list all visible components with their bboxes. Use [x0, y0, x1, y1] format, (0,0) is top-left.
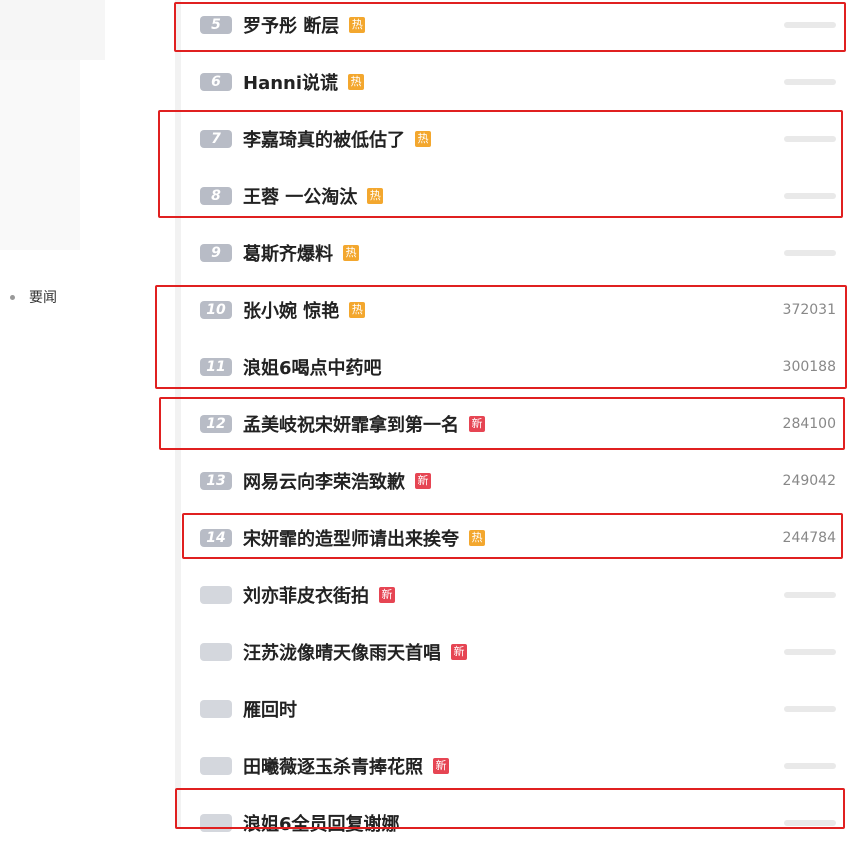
new-tag-icon: 新 — [451, 643, 467, 660]
heat-count — [784, 706, 836, 712]
heat-count — [784, 250, 836, 256]
heat-count: 249042 — [782, 472, 836, 489]
heat-count — [784, 79, 836, 85]
topic-title-link[interactable]: 雁回时 — [243, 696, 297, 722]
new-tag-icon: 新 — [415, 472, 431, 489]
trending-row[interactable]: 雁回时 — [200, 680, 840, 737]
new-tag-icon: 新 — [433, 757, 449, 774]
rank-badge — [200, 585, 232, 604]
nav-item-news[interactable]: 要闻 — [10, 287, 57, 307]
topic-title-link[interactable]: 田曦薇逐玉杀青捧花照 — [243, 753, 423, 779]
topic-title-link[interactable]: Hanni说谎 — [243, 69, 338, 95]
trending-row[interactable]: 6 Hanni说谎热 — [200, 53, 840, 110]
heat-count — [784, 763, 836, 769]
highlight-box — [155, 285, 847, 389]
rank-badge: 13 — [200, 471, 232, 490]
highlight-box — [159, 397, 845, 450]
topic-title-link[interactable]: 葛斯齐爆料 — [243, 240, 333, 266]
topic-title-link[interactable]: 汪苏泷像晴天像雨天首唱 — [243, 639, 441, 665]
hot-tag-icon: 热 — [343, 244, 359, 261]
trending-row[interactable]: 田曦薇逐玉杀青捧花照新 — [200, 737, 840, 794]
trending-row[interactable]: 汪苏泷像晴天像雨天首唱新 — [200, 623, 840, 680]
highlight-box — [175, 788, 845, 829]
highlight-box — [158, 110, 843, 218]
blurred-left-block — [0, 0, 105, 60]
rank-badge: 6 — [200, 72, 232, 91]
hot-tag-icon: 热 — [348, 73, 365, 90]
rank-badge — [200, 699, 232, 718]
nav-item-label: 要闻 — [29, 290, 57, 306]
rank-badge: 9 — [200, 243, 232, 262]
highlight-box — [174, 2, 846, 52]
topic-title-link[interactable]: 网易云向李荣浩致歉 — [243, 468, 405, 494]
blurred-left-block — [0, 60, 80, 250]
heat-count — [784, 592, 836, 598]
rank-badge — [200, 642, 232, 661]
trending-row[interactable]: 13 网易云向李荣浩致歉新 249042 — [200, 452, 840, 509]
new-tag-icon: 新 — [379, 586, 395, 603]
highlight-box — [182, 513, 843, 559]
rank-badge — [200, 756, 232, 775]
heat-count — [784, 649, 836, 655]
trending-row[interactable]: 9 葛斯齐爆料热 — [200, 224, 840, 281]
trending-row[interactable]: 刘亦菲皮衣街拍新 — [200, 566, 840, 623]
topic-title-link[interactable]: 刘亦菲皮衣街拍 — [243, 582, 369, 608]
bullet-icon — [10, 294, 15, 300]
